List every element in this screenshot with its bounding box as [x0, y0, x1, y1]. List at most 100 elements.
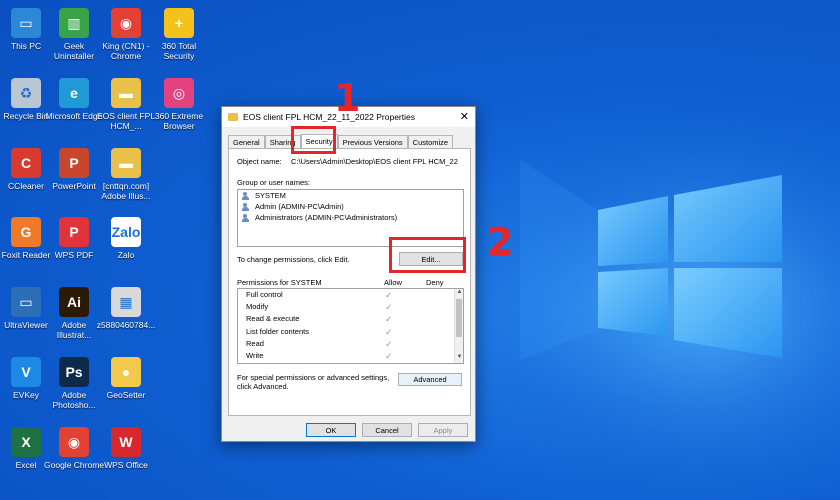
scroll-thumb[interactable] — [456, 299, 462, 337]
dialog-title: EOS client FPL HCM_22_11_2022 Properties — [243, 112, 415, 122]
permission-row: Modify ✓ — [238, 301, 463, 313]
special-permissions-text-2: click Advanced. — [237, 382, 289, 391]
cancel-button[interactable]: Cancel — [362, 423, 412, 437]
desktop-icon[interactable]: Zalo Zalo — [96, 217, 156, 260]
user-icon — [242, 202, 252, 211]
permission-name: Read & execute — [246, 314, 300, 324]
permission-row: Write ✓ — [238, 350, 463, 362]
tab-customize[interactable]: Customize — [407, 135, 454, 148]
permissions-label: Permissions for SYSTEM — [237, 278, 322, 287]
allow-checkbox[interactable]: ✓ — [385, 326, 393, 338]
zalo-icon: Zalo — [111, 217, 141, 247]
user-row-system[interactable]: SYSTEM — [238, 190, 463, 201]
desktop-icon[interactable]: +360 Total Security — [149, 8, 209, 61]
special-permissions-text: For special permissions or advanced sett… — [237, 373, 390, 382]
permission-row: List folder contents ✓ — [238, 326, 463, 338]
users-icon — [242, 191, 252, 200]
permission-row: Read & execute ✓ — [238, 313, 463, 325]
folder-icon: ▬ — [111, 148, 141, 178]
annotation-box-security-tab — [291, 126, 336, 154]
user-row-admin[interactable]: Admin (ADMIN-PC\Admin) — [238, 201, 463, 212]
desktop-icon[interactable]: ● GeoSetter — [96, 357, 156, 400]
desktop-icon[interactable]: ▬ EOS client FPL HCM_... — [96, 78, 156, 131]
edge-icon: e — [59, 78, 89, 108]
plus-shield-icon: + — [164, 8, 194, 38]
scroll-down-icon[interactable]: ▼ — [455, 354, 464, 363]
permission-name: List folder contents — [246, 326, 309, 336]
geosetter-icon: ● — [111, 357, 141, 387]
wps-office-icon: W — [111, 427, 141, 457]
desktop-icon[interactable]: P PowerPoint — [44, 148, 104, 191]
allow-checkbox[interactable]: ✓ — [385, 289, 393, 301]
pdf-icon: P — [59, 217, 89, 247]
annotation-step-2: 2 — [487, 220, 514, 264]
excel-icon: X — [11, 427, 41, 457]
powerpoint-icon: P — [59, 148, 89, 178]
desktop-icon[interactable]: ◉ King (CN1) - Chrome — [96, 8, 156, 61]
security-tab-panel: Object name: C:\Users\Admin\Desktop\EOS … — [228, 148, 471, 416]
tab-strip: General Sharing Security Previous Versio… — [228, 134, 454, 148]
permission-name: Write — [246, 350, 264, 360]
change-permissions-text: To change permissions, click Edit. — [237, 255, 350, 264]
advanced-button[interactable]: Advanced — [398, 373, 462, 386]
desktop-icon[interactable]: ◉ Google Chrome — [44, 427, 104, 470]
permission-name: Full control — [246, 290, 283, 299]
allow-checkbox[interactable]: ✓ — [385, 313, 393, 325]
desktop-icon-label: Google Chrome — [44, 460, 105, 470]
permission-name: Modify — [246, 302, 269, 312]
desktop-icon[interactable]: W WPS Office — [96, 427, 156, 470]
allow-checkbox[interactable]: ✓ — [385, 301, 393, 313]
evkey-icon: V — [11, 357, 41, 387]
desktop-icon[interactable]: ◎ 360 Extreme Browser — [149, 78, 209, 131]
chrome-icon: ◉ — [111, 8, 141, 38]
folder-icon — [228, 113, 238, 121]
desktop-icon[interactable]: Ps Adobe Photosho... — [44, 357, 104, 410]
allow-checkbox[interactable]: ✓ — [385, 350, 393, 362]
desktop-icon-label: PowerPoint — [52, 181, 96, 191]
desktop-icon[interactable]: e Microsoft Edge — [44, 78, 104, 121]
desktop-icon[interactable]: ▥ Geek Uninstaller — [44, 8, 104, 61]
tab-general[interactable]: General — [228, 135, 265, 148]
desktop-icon-label: Geek Uninstaller — [53, 41, 95, 61]
users-icon — [242, 213, 252, 222]
desktop-icon-label: 360 Extreme Browser — [154, 111, 204, 131]
permission-row: Read ✓ — [238, 338, 463, 350]
desktop-icon[interactable]: Ai Adobe Illustrat... — [44, 287, 104, 340]
illustrator-icon: Ai — [59, 287, 89, 317]
apply-button[interactable]: Apply — [418, 423, 468, 437]
deny-header: Deny — [426, 278, 444, 287]
image-file-icon: ▦ — [111, 287, 141, 317]
allow-checkbox[interactable]: ✓ — [385, 338, 393, 350]
scrollbar[interactable]: ▲ ▼ — [454, 289, 463, 363]
close-button[interactable]: ✕ — [460, 110, 469, 123]
recycle-bin-icon: ♻ — [11, 78, 41, 108]
desktop-icon[interactable]: P WPS PDF — [44, 217, 104, 260]
annotation-box-edit-button — [389, 237, 466, 273]
desktop-icon-label: z5880460784... — [96, 320, 156, 330]
user-name: Administrators (ADMIN-PC\Administrators) — [255, 213, 398, 222]
scroll-up-icon[interactable]: ▲ — [455, 289, 464, 298]
monitor-icon: ▭ — [11, 8, 41, 38]
desktop-icon-label: Adobe Photosho... — [52, 390, 96, 410]
object-name-value: C:\Users\Admin\Desktop\EOS client FPL HC… — [291, 157, 458, 166]
desktop-icon-label: GeoSetter — [106, 390, 146, 400]
permission-name: Read — [246, 338, 264, 348]
desktop-icon-label: WPS Office — [104, 460, 148, 470]
desktop-icon-label: EOS client FPL HCM_... — [96, 111, 156, 131]
user-row-administrators[interactable]: Administrators (ADMIN-PC\Administrators) — [238, 212, 463, 223]
properties-dialog: EOS client FPL HCM_22_11_2022 Properties… — [221, 106, 476, 442]
groups-label: Group or user names: — [237, 178, 310, 187]
ccleaner-icon: C — [11, 148, 41, 178]
tab-previous-versions[interactable]: Previous Versions — [337, 135, 408, 148]
desktop-icon[interactable]: ▬ [cnttqn.com] Adobe Illus... — [96, 148, 156, 201]
ok-button[interactable]: OK — [306, 423, 356, 437]
object-name-label: Object name: — [237, 157, 282, 166]
desktop-icon-label: Zalo — [117, 250, 135, 260]
desktop-icon-label: [cnttqn.com] Adobe Illus... — [101, 181, 151, 201]
ultraviewer-icon: ▭ — [11, 287, 41, 317]
desktop-icon[interactable]: ▦ z5880460784... — [96, 287, 156, 330]
folder-icon: ▬ — [111, 78, 141, 108]
desktop-icon-label: 360 Total Security — [161, 41, 197, 61]
desktop-icon-label: Microsoft Edge — [45, 111, 103, 121]
desktop-icon-label: WPS PDF — [54, 250, 94, 260]
